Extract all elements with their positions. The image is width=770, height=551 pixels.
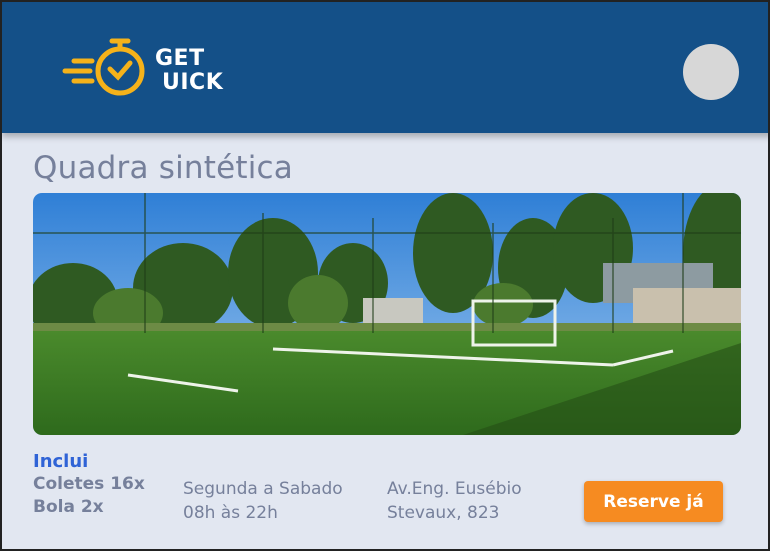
includes-section: Inclui Coletes 16x Bola 2x xyxy=(33,451,145,519)
app-header: GET UICK xyxy=(2,2,768,133)
court-photo xyxy=(33,193,741,435)
reserve-button[interactable]: Reserve já xyxy=(584,481,723,522)
logo-text-uick: UICK xyxy=(162,70,224,95)
address-line2: Stevaux, 823 xyxy=(387,503,500,523)
address-line1: Av.Eng. Eusébio xyxy=(387,479,522,499)
includes-item-ball: Bola 2x xyxy=(33,497,104,517)
user-avatar[interactable] xyxy=(683,44,739,100)
stopwatch-icon xyxy=(62,38,145,96)
get-quick-logo[interactable]: GET UICK xyxy=(60,35,230,101)
includes-item-vests: Coletes 16x xyxy=(33,474,145,494)
page-frame: GET UICK Quadra sintética Inclui Coletes… xyxy=(0,0,770,551)
schedule-days: Segunda a Sabado xyxy=(183,479,343,499)
address-info: Av.Eng. Eusébio Stevaux, 823 xyxy=(387,477,522,525)
logo-text-get: GET xyxy=(155,46,205,71)
schedule-info: Segunda a Sabado 08h às 22h xyxy=(183,477,343,525)
includes-title: Inclui xyxy=(33,451,89,472)
schedule-hours: 08h às 22h xyxy=(183,503,278,523)
court-title: Quadra sintética xyxy=(33,150,293,186)
